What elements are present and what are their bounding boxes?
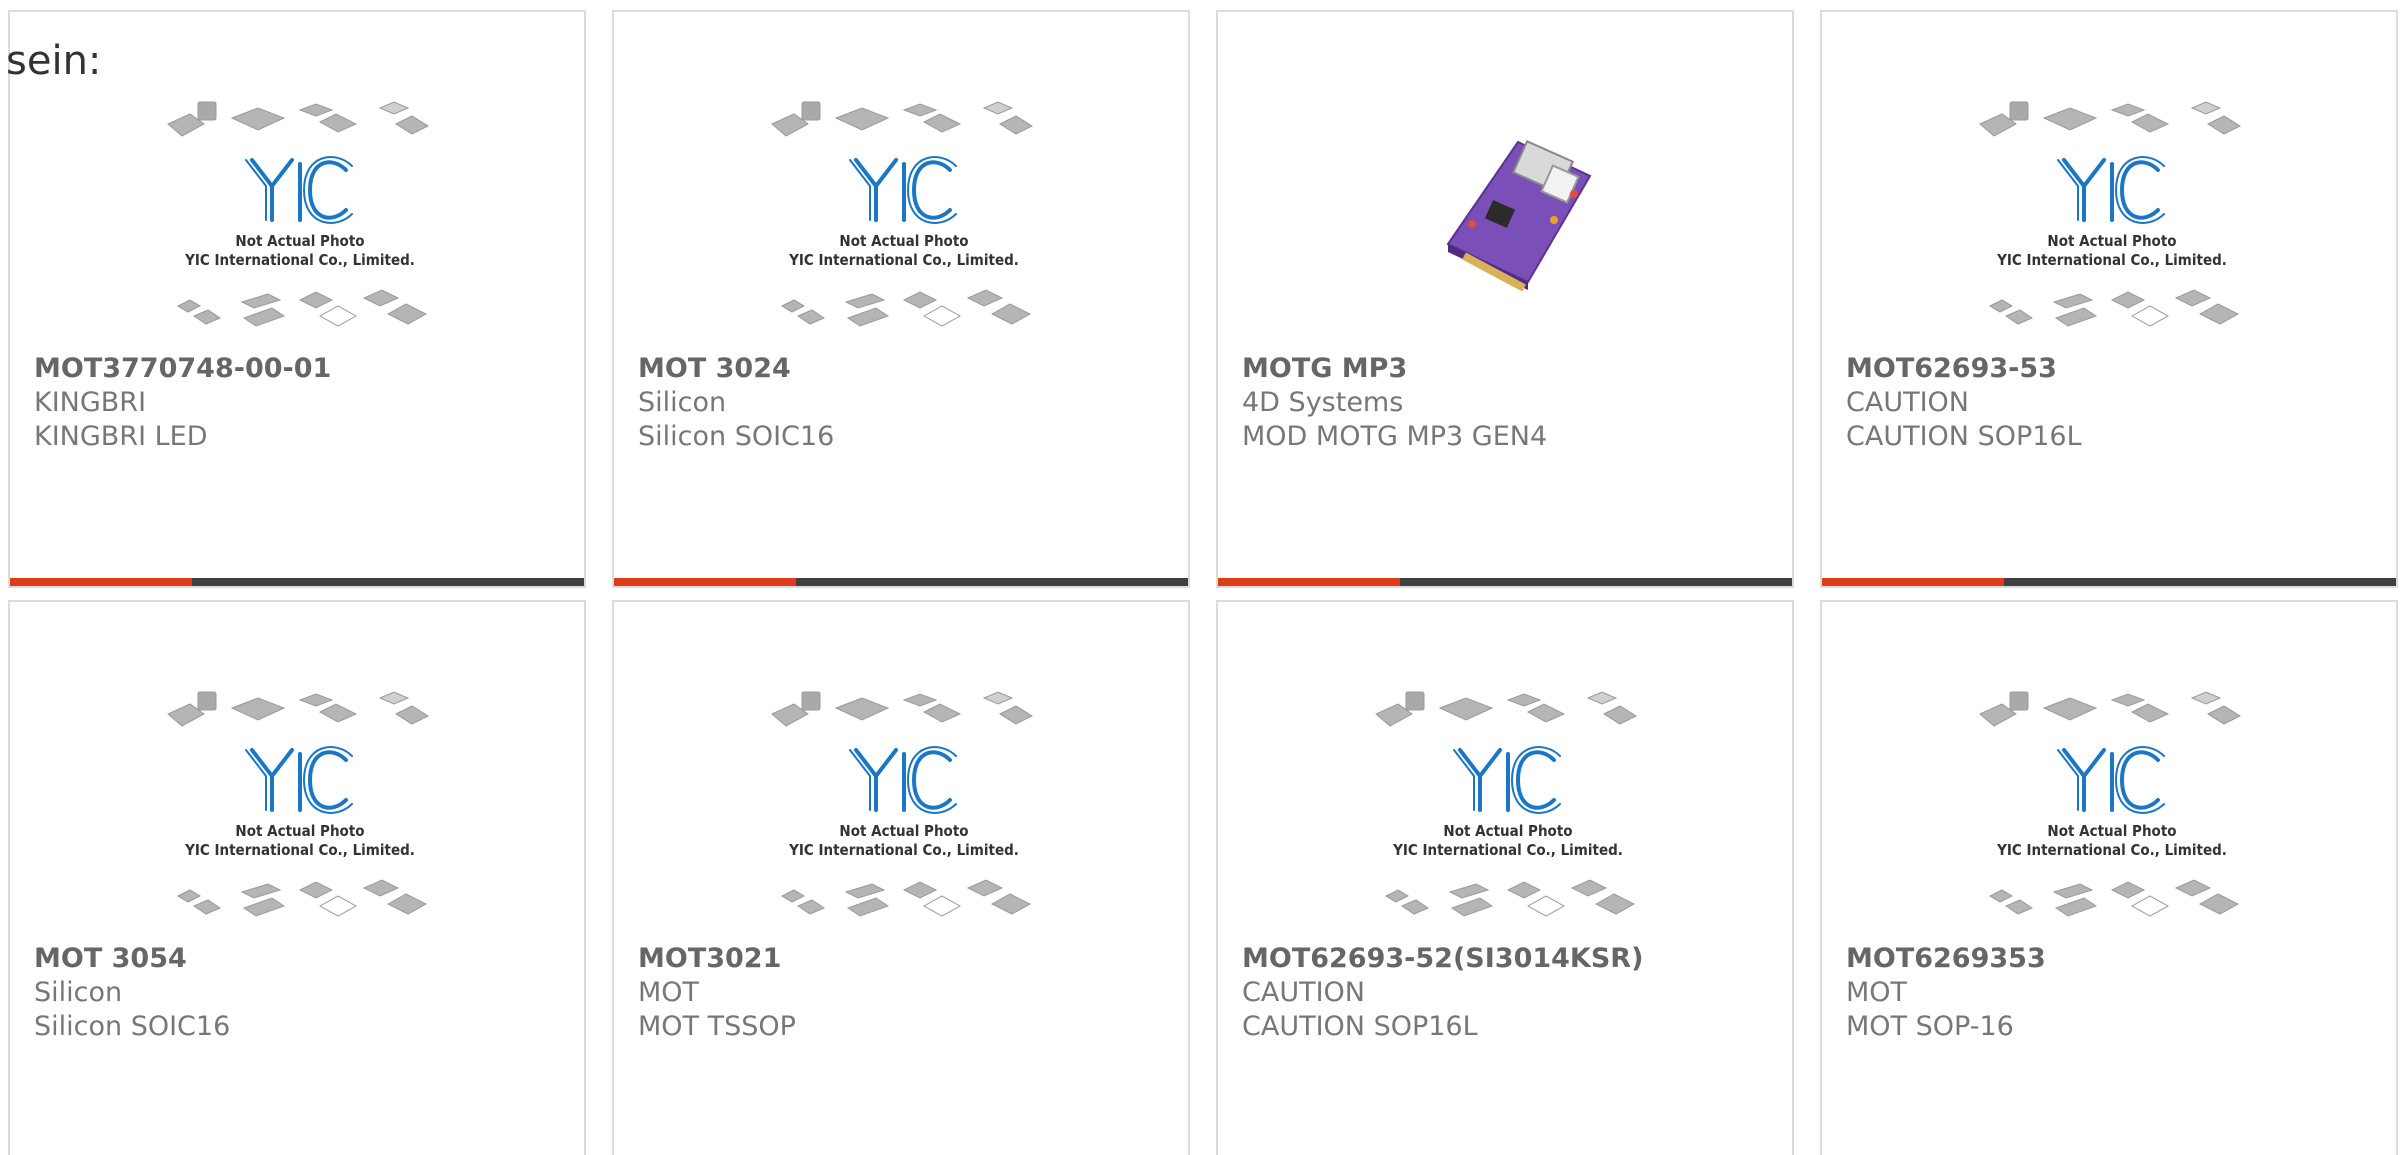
product-info: MOT3770748-00-01 KINGBRI KINGBRI LED	[34, 352, 564, 454]
product-info: MOT3021 MOT MOT TSSOP	[638, 942, 1168, 1044]
product-image[interactable]	[1368, 94, 1648, 356]
card-accent-bar	[1218, 578, 1400, 586]
manufacturer: Silicon	[34, 977, 123, 1008]
card-bottom-bar	[10, 578, 584, 586]
manufacturer: 4D Systems	[1242, 387, 1404, 418]
description: CAUTION SOP16L	[1242, 1011, 1478, 1042]
svg-text:YIC International Co., Limited: YIC International Co., Limited.	[1392, 841, 1623, 859]
product-card[interactable]: Not Actual Photo YIC International Co., …	[1820, 10, 2398, 588]
part-number-link[interactable]: MOT 3024	[638, 352, 1168, 386]
part-number-link[interactable]: MOT 3054	[34, 942, 564, 976]
product-card[interactable]: Not Actual Photo YIC International Co., …	[8, 10, 586, 588]
product-image[interactable]: Not Actual Photo YIC International Co., …	[1972, 684, 2252, 946]
svg-text:YIC International Co., Limited: YIC International Co., Limited.	[184, 251, 415, 269]
product-info: MOT62693-52(SI3014KSR) CAUTION CAUTION S…	[1242, 942, 1772, 1044]
svg-text:YIC International Co., Limited: YIC International Co., Limited.	[1996, 841, 2227, 859]
svg-text:YIC International Co., Limited: YIC International Co., Limited.	[1996, 251, 2227, 269]
product-photo	[1446, 139, 1592, 292]
placeholder-image: Not Actual Photo YIC International Co., …	[771, 691, 1034, 917]
intro-text: sein:	[6, 38, 102, 84]
svg-text:YIC International Co., Limited: YIC International Co., Limited.	[788, 841, 1019, 859]
product-list-page: sein: Not Actual Photo YIC International…	[0, 0, 2400, 1155]
product-info: MOT62693-53 CAUTION CAUTION SOP16L	[1846, 352, 2376, 454]
part-number-link[interactable]: MOT62693-52(SI3014KSR)	[1242, 942, 1772, 976]
part-number-link[interactable]: MOTG MP3	[1242, 352, 1772, 386]
placeholder-image: Not Actual Photo YIC International Co., …	[1979, 691, 2242, 917]
placeholder-image: Not Actual Photo YIC International Co., …	[1979, 101, 2242, 327]
svg-text:Not Actual Photo: Not Actual Photo	[2047, 822, 2176, 840]
card-accent-bar	[614, 578, 796, 586]
product-image[interactable]: Not Actual Photo YIC International Co., …	[764, 684, 1044, 946]
part-number-link[interactable]: MOT62693-53	[1846, 352, 2376, 386]
description: MOT SOP-16	[1846, 1011, 2014, 1042]
product-grid: Not Actual Photo YIC International Co., …	[8, 10, 2398, 1155]
description: MOD MOTG MP3 GEN4	[1242, 421, 1548, 452]
placeholder-image: Not Actual Photo YIC International Co., …	[1375, 691, 1638, 917]
svg-text:YIC International Co., Limited: YIC International Co., Limited.	[184, 841, 415, 859]
product-image[interactable]: Not Actual Photo YIC International Co., …	[1972, 94, 2252, 356]
svg-text:Not Actual Photo: Not Actual Photo	[1443, 822, 1572, 840]
product-image[interactable]: Not Actual Photo YIC International Co., …	[160, 684, 440, 946]
svg-text:YIC International Co., Limited: YIC International Co., Limited.	[788, 251, 1019, 269]
product-card[interactable]: Not Actual Photo YIC International Co., …	[8, 600, 586, 1155]
description: Silicon SOIC16	[34, 1011, 231, 1042]
product-info: MOT 3054 Silicon Silicon SOIC16	[34, 942, 564, 1044]
manufacturer: MOT	[638, 977, 700, 1008]
card-bottom-bar	[1822, 578, 2396, 586]
product-card[interactable]: Not Actual Photo YIC International Co., …	[612, 10, 1190, 588]
card-accent-bar	[1822, 578, 2004, 586]
placeholder-image: Not Actual Photo YIC International Co., …	[771, 101, 1034, 327]
description: MOT TSSOP	[638, 1011, 796, 1042]
description: CAUTION SOP16L	[1846, 421, 2082, 452]
manufacturer: CAUTION	[1846, 387, 1969, 418]
product-info: MOT 3024 Silicon Silicon SOIC16	[638, 352, 1168, 454]
svg-text:Not Actual Photo: Not Actual Photo	[839, 232, 968, 250]
product-card[interactable]: Not Actual Photo YIC International Co., …	[1820, 600, 2398, 1155]
part-number-link[interactable]: MOT6269353	[1846, 942, 2376, 976]
product-card[interactable]: MOTG MP3 4D Systems MOD MOTG MP3 GEN4	[1216, 10, 1794, 588]
product-info: MOTG MP3 4D Systems MOD MOTG MP3 GEN4	[1242, 352, 1772, 454]
product-image[interactable]: Not Actual Photo YIC International Co., …	[160, 94, 440, 356]
product-info: MOT6269353 MOT MOT SOP-16	[1846, 942, 2376, 1044]
description: Silicon SOIC16	[638, 421, 835, 452]
svg-text:Not Actual Photo: Not Actual Photo	[839, 822, 968, 840]
product-image[interactable]: Not Actual Photo YIC International Co., …	[764, 94, 1044, 356]
product-card[interactable]: Not Actual Photo YIC International Co., …	[1216, 600, 1794, 1155]
manufacturer: MOT	[1846, 977, 1908, 1008]
placeholder-image: Not Actual Photo YIC International Co., …	[167, 101, 430, 327]
part-number-link[interactable]: MOT3770748-00-01	[34, 352, 564, 386]
card-bottom-bar	[614, 578, 1188, 586]
manufacturer: KINGBRI	[34, 387, 147, 418]
card-bottom-bar	[1218, 578, 1792, 586]
product-card[interactable]: Not Actual Photo YIC International Co., …	[612, 600, 1190, 1155]
svg-text:Not Actual Photo: Not Actual Photo	[2047, 232, 2176, 250]
svg-text:Not Actual Photo: Not Actual Photo	[235, 232, 364, 250]
card-accent-bar	[10, 578, 192, 586]
placeholder-image: Not Actual Photo YIC International Co., …	[167, 691, 430, 917]
description: KINGBRI LED	[34, 421, 208, 452]
product-image[interactable]: Not Actual Photo YIC International Co., …	[1368, 684, 1648, 946]
manufacturer: Silicon	[638, 387, 727, 418]
svg-text:Not Actual Photo: Not Actual Photo	[235, 822, 364, 840]
part-number-link[interactable]: MOT3021	[638, 942, 1168, 976]
manufacturer: CAUTION	[1242, 977, 1365, 1008]
